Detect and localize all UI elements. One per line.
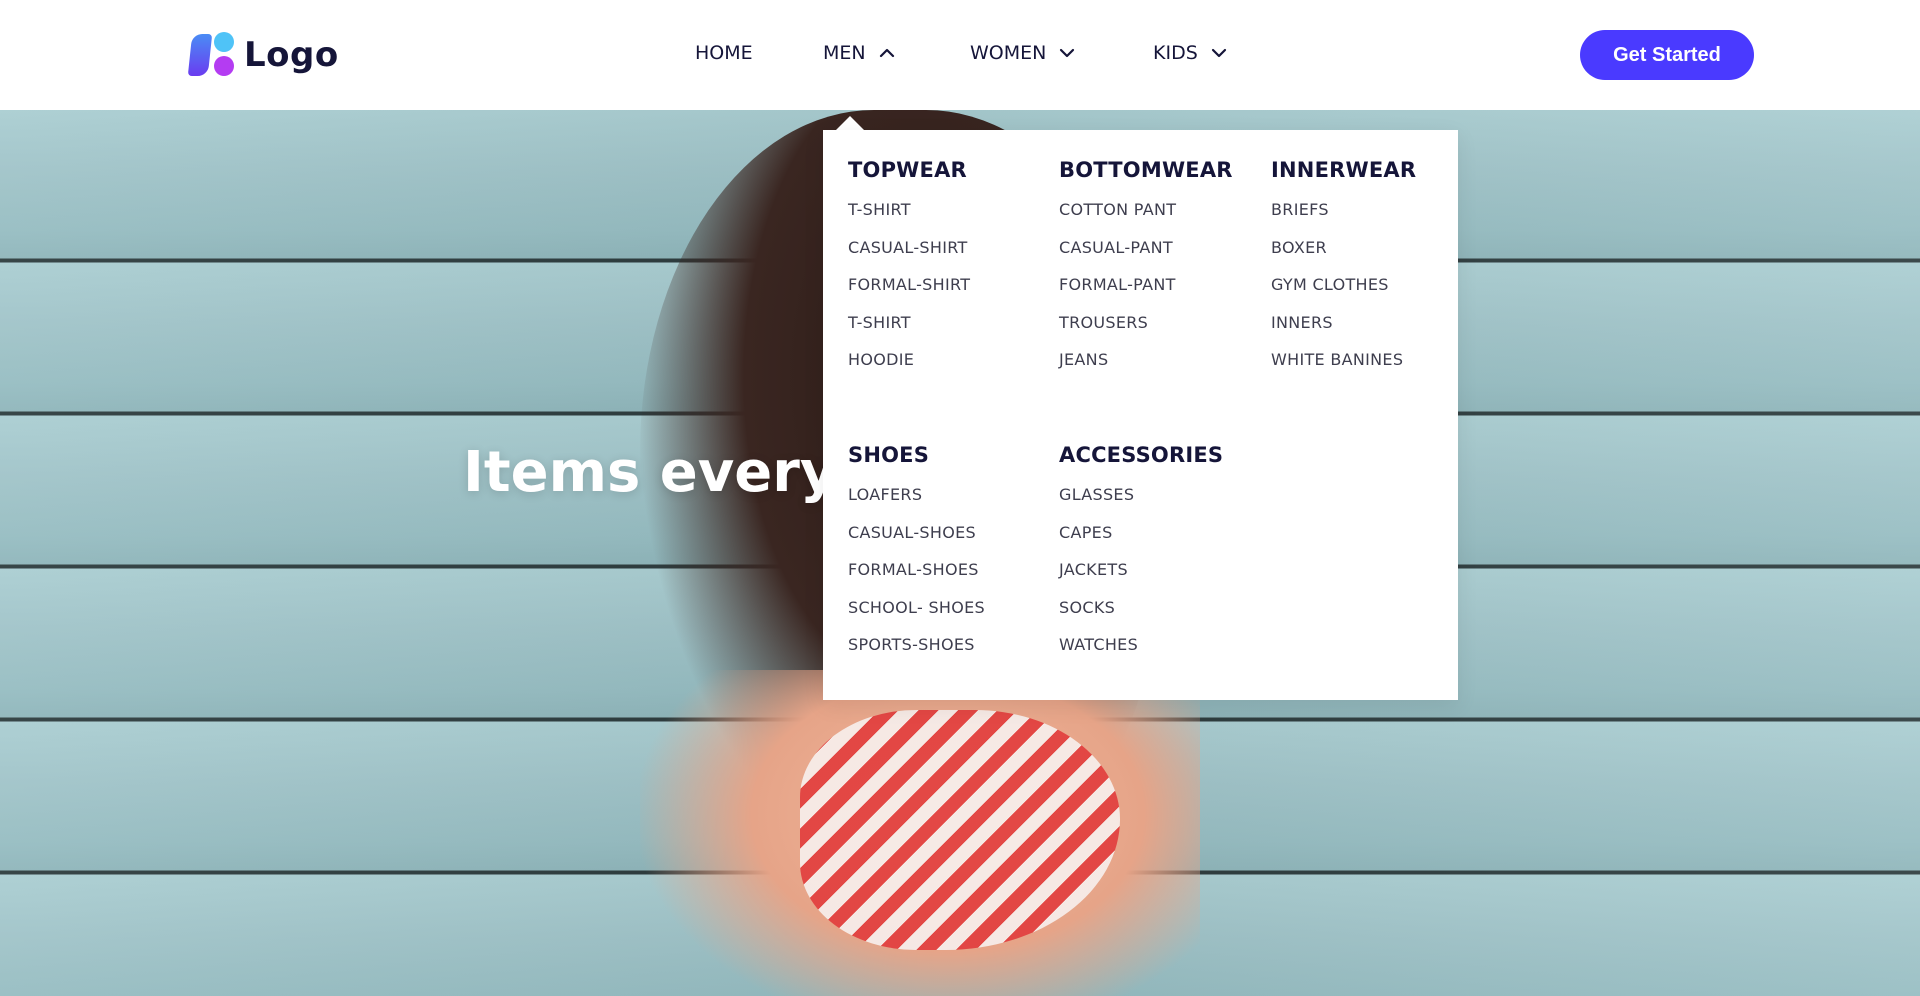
site-header: Logo HOME MEN WOMEN KIDS Get Started — [0, 0, 1920, 110]
nav-item-men[interactable]: MEN — [823, 42, 896, 64]
mega-menu-pointer — [836, 116, 864, 130]
mega-menu-link[interactable]: CASUAL-PANT — [1059, 238, 1233, 276]
mega-menu-link[interactable]: GYM CLOTHES — [1271, 275, 1416, 313]
mega-menu-link[interactable]: FORMAL-PANT — [1059, 275, 1233, 313]
mega-menu-link[interactable]: SPORTS-SHOES — [848, 635, 985, 673]
chevron-up-icon — [878, 44, 896, 62]
mega-menu-link[interactable]: JEANS — [1059, 350, 1233, 388]
mega-menu-heading[interactable]: INNERWEAR — [1271, 158, 1416, 182]
mega-menu-link[interactable]: COTTON PANT — [1059, 200, 1233, 238]
nav-item-label: WOMEN — [970, 42, 1047, 64]
mega-menu-link[interactable]: JACKETS — [1059, 560, 1223, 598]
brand-name: Logo — [244, 35, 339, 75]
mega-menu-link[interactable]: BOXER — [1271, 238, 1416, 276]
brand-logo[interactable]: Logo — [187, 32, 339, 78]
mega-menu-heading[interactable]: TOPWEAR — [848, 158, 970, 182]
mega-menu-heading[interactable]: SHOES — [848, 443, 985, 467]
nav-item-women[interactable]: WOMEN — [970, 42, 1076, 64]
mega-menu-link[interactable]: GLASSES — [1059, 485, 1223, 523]
nav-item-label: KIDS — [1153, 42, 1198, 64]
mega-menu-link[interactable]: T-SHIRT — [848, 313, 970, 351]
nav-item-label: MEN — [823, 42, 866, 64]
mega-menu-link[interactable]: T-SHIRT — [848, 200, 970, 238]
mega-menu-link[interactable]: CASUAL-SHIRT — [848, 238, 970, 276]
mega-menu-link[interactable]: TROUSERS — [1059, 313, 1233, 351]
chevron-down-icon — [1058, 44, 1076, 62]
get-started-button[interactable]: Get Started — [1580, 30, 1754, 80]
mega-menu-link[interactable]: WHITE BANINES — [1271, 350, 1416, 388]
mega-menu-heading[interactable]: BOTTOMWEAR — [1059, 158, 1233, 182]
nav-item-label: HOME — [695, 42, 753, 64]
mega-menu-link[interactable]: WATCHES — [1059, 635, 1223, 673]
nav-item-kids[interactable]: KIDS — [1153, 42, 1228, 64]
hero-title: Items every — [463, 440, 837, 505]
mega-menu-link[interactable]: CAPES — [1059, 523, 1223, 561]
mega-menu-link[interactable]: CASUAL-SHOES — [848, 523, 985, 561]
mega-menu-column-topwear: TOPWEAR T-SHIRT CASUAL-SHIRT FORMAL-SHIR… — [848, 158, 970, 388]
mega-menu-column-accessories: ACCESSORIES GLASSES CAPES JACKETS SOCKS … — [1059, 443, 1223, 673]
nav-item-home[interactable]: HOME — [695, 42, 753, 64]
mega-menu-column-bottomwear: BOTTOMWEAR COTTON PANT CASUAL-PANT FORMA… — [1059, 158, 1233, 388]
mega-menu-link[interactable]: SCHOOL- SHOES — [848, 598, 985, 636]
mega-menu-link[interactable]: FORMAL-SHIRT — [848, 275, 970, 313]
mega-menu-link[interactable]: HOODIE — [848, 350, 970, 388]
mega-menu-link[interactable]: FORMAL-SHOES — [848, 560, 985, 598]
mega-menu-link[interactable]: SOCKS — [1059, 598, 1223, 636]
mega-menu-heading[interactable]: ACCESSORIES — [1059, 443, 1223, 467]
logo-mark-icon — [187, 32, 234, 78]
chevron-down-icon — [1210, 44, 1228, 62]
mega-menu-link[interactable]: BRIEFS — [1271, 200, 1416, 238]
mega-menu-link[interactable]: LOAFERS — [848, 485, 985, 523]
mega-menu-column-shoes: SHOES LOAFERS CASUAL-SHOES FORMAL-SHOES … — [848, 443, 985, 673]
mega-menu-column-innerwear: INNERWEAR BRIEFS BOXER GYM CLOTHES INNER… — [1271, 158, 1416, 388]
mega-menu-link[interactable]: INNERS — [1271, 313, 1416, 351]
men-mega-menu: TOPWEAR T-SHIRT CASUAL-SHIRT FORMAL-SHIR… — [823, 130, 1458, 700]
